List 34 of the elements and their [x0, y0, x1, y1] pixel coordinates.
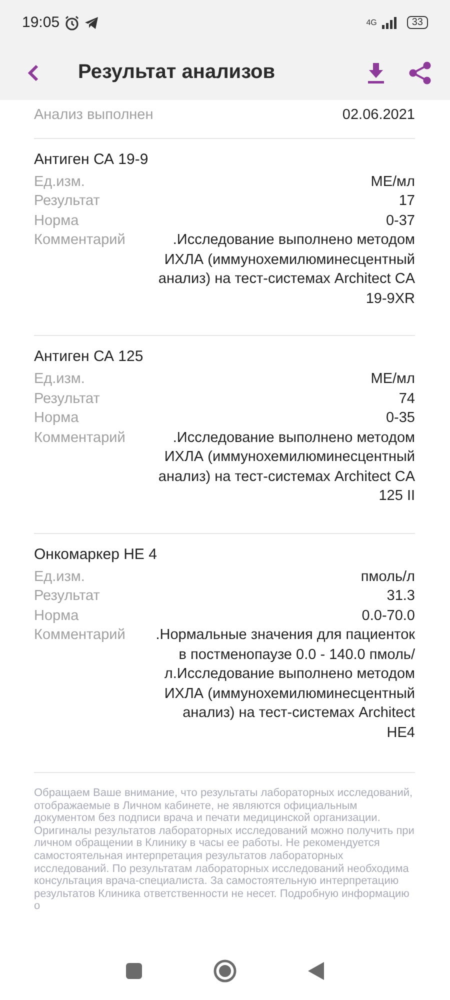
- field-label: Комментарий: [34, 428, 126, 448]
- test-name: Антиген СА 125: [34, 347, 144, 367]
- test-name: Онкомаркер НЕ 4: [34, 544, 158, 564]
- field-label: Результат: [34, 192, 100, 211]
- field-label: Норма: [34, 212, 79, 230]
- field-label: Ед.изм.: [34, 172, 85, 192]
- field-label: Ед.изм.: [34, 568, 85, 586]
- field-value: 0.0-70.0: [362, 606, 415, 626]
- field-value: пмоль/л: [360, 568, 415, 586]
- network-label: 4G: [366, 18, 377, 27]
- field-label: Комментарий: [34, 231, 126, 250]
- page-title: Результат анализов: [78, 61, 276, 84]
- status-time: 19:05: [22, 14, 60, 31]
- field-value: .Исследование выполнено методом ИХЛА (иммунохемилюминесцентный анализ) на тест-системах Architect CA 125 II: [157, 428, 415, 506]
- field-value: 02.06.2021: [342, 106, 415, 125]
- disclaimer-text: Обращаем Ваше внимание, что результаты лабораторных исследований, отображаемые в Личном кабинете, не являются официальным документом без подписи врача и печати медицинской организации. Оригиналы результатов лабораторных исследований можно получить при личном обращении в Клинику в часы ее работы. Не рекомендуется самостоятельная интерпретация результатов лабораторных исследований. По результатам лабораторных исследований необходима консультация врача-специалиста. За самостоятельную интерпретацию результатов Клиника ответственности не несет. Подробную информацию о: [34, 772, 415, 913]
- field-value: 0-37: [386, 212, 415, 230]
- field-label: Норма: [34, 409, 79, 428]
- test-name: Антиген СА 19-9: [34, 150, 150, 170]
- field-label: Ед.изм.: [34, 370, 85, 389]
- field-label: Комментарий: [34, 626, 126, 645]
- field-value: МЕ/мл: [370, 172, 415, 192]
- field-value: 74: [398, 390, 415, 408]
- field-label: Анализ выполнен: [34, 106, 154, 125]
- field-value: 31.3: [386, 587, 415, 606]
- field-value: .Исследование выполнено методом ИХЛА (иммунохемилюминесцентный анализ) на тест-системах Architect CA 19-9XR: [157, 231, 415, 308]
- field-value: МЕ/мл: [370, 370, 415, 389]
- field-value: .Нормальные значения для пациенток в постменопаузе 0.0 - 140.0 пмоль/л.Исследование выполнено методом ИХЛА (иммунохемилюминесцентный анализ) на тест-системах Architect HE4: [154, 626, 415, 742]
- field-label: Результат: [34, 587, 100, 606]
- field-label: Результат: [34, 390, 100, 408]
- field-value: 17: [398, 192, 415, 211]
- battery-indicator: 33: [406, 16, 428, 29]
- field-label: Норма: [34, 606, 79, 626]
- field-value: 0-35: [386, 409, 415, 428]
